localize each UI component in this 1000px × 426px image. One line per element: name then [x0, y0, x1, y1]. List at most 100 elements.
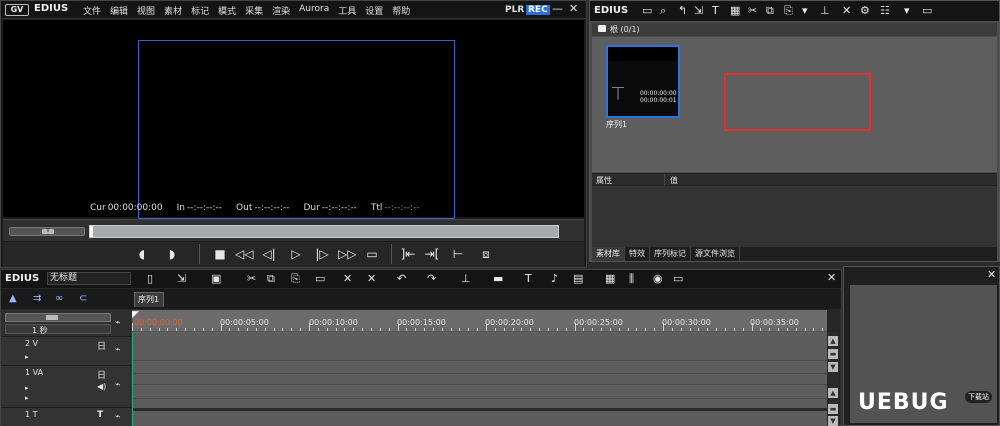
- scroll-down-icon[interactable]: ▼: [828, 362, 838, 372]
- scroll-thumb[interactable]: ▬: [828, 349, 838, 359]
- delete-icon[interactable]: ✕: [343, 272, 352, 285]
- snap-icon[interactable]: ⊂: [79, 293, 87, 304]
- patch-icon[interactable]: ⌁: [115, 380, 120, 390]
- search-icon[interactable]: ⌕: [660, 4, 666, 18]
- patch-icon[interactable]: ⌁: [115, 412, 120, 422]
- menu-view[interactable]: 视图: [137, 4, 155, 17]
- set-out-icon[interactable]: ◗: [163, 247, 181, 261]
- cut-icon[interactable]: ✂: [247, 272, 256, 285]
- title-icon[interactable]: T: [712, 4, 719, 17]
- scroll-thumb[interactable]: ▬: [828, 404, 838, 414]
- view-icon[interactable]: ☷: [880, 4, 890, 17]
- menu-edit[interactable]: 编辑: [110, 4, 128, 17]
- position-thumb[interactable]: [90, 226, 93, 237]
- next-frame-icon[interactable]: |▷: [313, 247, 331, 261]
- render-icon[interactable]: ▤: [573, 272, 583, 285]
- up-folder-icon[interactable]: ↰: [678, 4, 687, 17]
- video-track-icon[interactable]: 日: [97, 368, 106, 381]
- title-icon[interactable]: T: [525, 272, 532, 285]
- color-bar-icon[interactable]: ▦: [730, 4, 740, 17]
- insert-icon[interactable]: ]⇤: [399, 247, 417, 261]
- plr-toggle[interactable]: PLR: [505, 5, 524, 15]
- menu-marker[interactable]: 标记: [191, 4, 209, 17]
- redo-icon[interactable]: ↷: [427, 272, 436, 285]
- cut-icon[interactable]: ✂: [748, 4, 757, 17]
- undo-icon[interactable]: ↶: [397, 272, 406, 285]
- menu-capture[interactable]: 采集: [245, 4, 263, 17]
- timescale-knob[interactable]: [46, 315, 58, 320]
- expand-icon[interactable]: ▸: [25, 384, 29, 392]
- rec-toggle[interactable]: REC: [526, 5, 550, 15]
- rewind-icon[interactable]: ◁◁: [235, 247, 253, 261]
- paste-icon[interactable]: ⎘: [291, 272, 300, 286]
- menu-help[interactable]: 帮助: [392, 4, 410, 17]
- add-timeline-icon[interactable]: ⊥: [820, 4, 830, 17]
- import-icon[interactable]: ⇲: [694, 4, 703, 17]
- shuttle-knob[interactable]: II: [42, 229, 54, 234]
- tab-effects[interactable]: 特效: [625, 247, 650, 261]
- link-icon[interactable]: ∞: [55, 293, 63, 304]
- timeline-vscroll[interactable]: ▲ ▬ ▼ ▲ ▬ ▼: [827, 332, 839, 426]
- scroll-down-icon[interactable]: ▼: [828, 416, 838, 426]
- add-player-icon[interactable]: ▾: [802, 4, 808, 17]
- close-icon[interactable]: ✕: [827, 271, 836, 285]
- extract-icon[interactable]: ⧈: [477, 247, 495, 262]
- new-icon[interactable]: ▯: [147, 272, 153, 285]
- shuttle-slider[interactable]: II: [9, 227, 85, 236]
- minimize-icon[interactable]: —: [552, 2, 563, 16]
- copy-icon[interactable]: ⧉: [267, 272, 275, 286]
- audio-icon[interactable]: ♪: [551, 272, 558, 285]
- marker-icon[interactable]: ⊥: [461, 272, 471, 285]
- properties-icon[interactable]: ⚙: [860, 4, 870, 17]
- replace-icon[interactable]: ▭: [315, 272, 325, 285]
- copy-icon[interactable]: ⧉: [766, 4, 774, 18]
- track-area[interactable]: [132, 332, 827, 426]
- playhead-icon[interactable]: ◤: [132, 310, 139, 320]
- close-icon[interactable]: ✕: [987, 268, 996, 282]
- position-slider[interactable]: [89, 225, 559, 238]
- fast-forward-icon[interactable]: ▷▷: [338, 247, 356, 261]
- prev-frame-icon[interactable]: ◁|: [260, 247, 278, 261]
- expand-icon[interactable]: ▸: [25, 353, 29, 361]
- export-icon[interactable]: ▦: [605, 272, 615, 285]
- menu-tools[interactable]: 工具: [338, 4, 356, 17]
- close-icon[interactable]: ✕: [569, 2, 578, 16]
- clip-thumbnail[interactable]: ⏉ 00:00:00:00 00:00:00:01: [606, 45, 680, 118]
- open-icon[interactable]: ⇲: [177, 272, 186, 285]
- wave-icon[interactable]: ⌁: [115, 316, 120, 330]
- mode-icon[interactable]: ▲: [9, 293, 17, 304]
- tab-source-browser[interactable]: 源文件浏览: [691, 247, 740, 261]
- video-track-icon[interactable]: 日: [97, 339, 106, 352]
- ripple-delete-icon[interactable]: ✕: [367, 272, 376, 285]
- preview-monitor[interactable]: [3, 20, 584, 219]
- dropdown-icon[interactable]: ▾: [904, 4, 910, 17]
- timescale-slider[interactable]: [5, 313, 111, 322]
- menu-clip[interactable]: 素材: [164, 4, 182, 17]
- color-icon[interactable]: ◉: [653, 272, 663, 285]
- window-icon[interactable]: ▭: [922, 4, 932, 17]
- menu-file[interactable]: 文件: [83, 4, 101, 17]
- timescale-select[interactable]: 1 秒: [5, 324, 111, 335]
- play-icon[interactable]: ▷: [287, 247, 305, 261]
- transition-icon[interactable]: ▬: [493, 272, 503, 285]
- menu-settings[interactable]: 设置: [365, 4, 383, 17]
- patch-icon[interactable]: ⌁: [115, 345, 120, 355]
- scroll-up-icon[interactable]: ▲: [828, 336, 838, 346]
- speaker-icon[interactable]: ◀): [97, 382, 106, 391]
- timeline-ruler[interactable]: 00:00:00:00 00:00:05:00 00:00:10:00 00:0…: [132, 310, 827, 332]
- stop-icon[interactable]: ■: [211, 247, 229, 261]
- expand-icon[interactable]: ▸: [25, 394, 29, 402]
- tab-sequence-markers[interactable]: 序列标记: [650, 247, 691, 261]
- paste-icon[interactable]: ⎘: [784, 4, 793, 18]
- title-track-icon[interactable]: T: [97, 410, 103, 420]
- menu-render[interactable]: 渲染: [272, 4, 290, 17]
- loop-play-icon[interactable]: ▭: [363, 247, 381, 261]
- mixer-icon[interactable]: ⫼: [629, 272, 634, 286]
- window-icon[interactable]: ▭: [673, 272, 683, 285]
- folder-icon[interactable]: ▭: [642, 4, 652, 17]
- save-icon[interactable]: ▣: [211, 272, 221, 285]
- menu-aurora[interactable]: Aurora: [299, 4, 329, 17]
- scroll-up-icon[interactable]: ▲: [828, 388, 838, 398]
- tab-bin[interactable]: 素材库: [592, 247, 625, 261]
- set-in-icon[interactable]: ◖: [133, 247, 151, 261]
